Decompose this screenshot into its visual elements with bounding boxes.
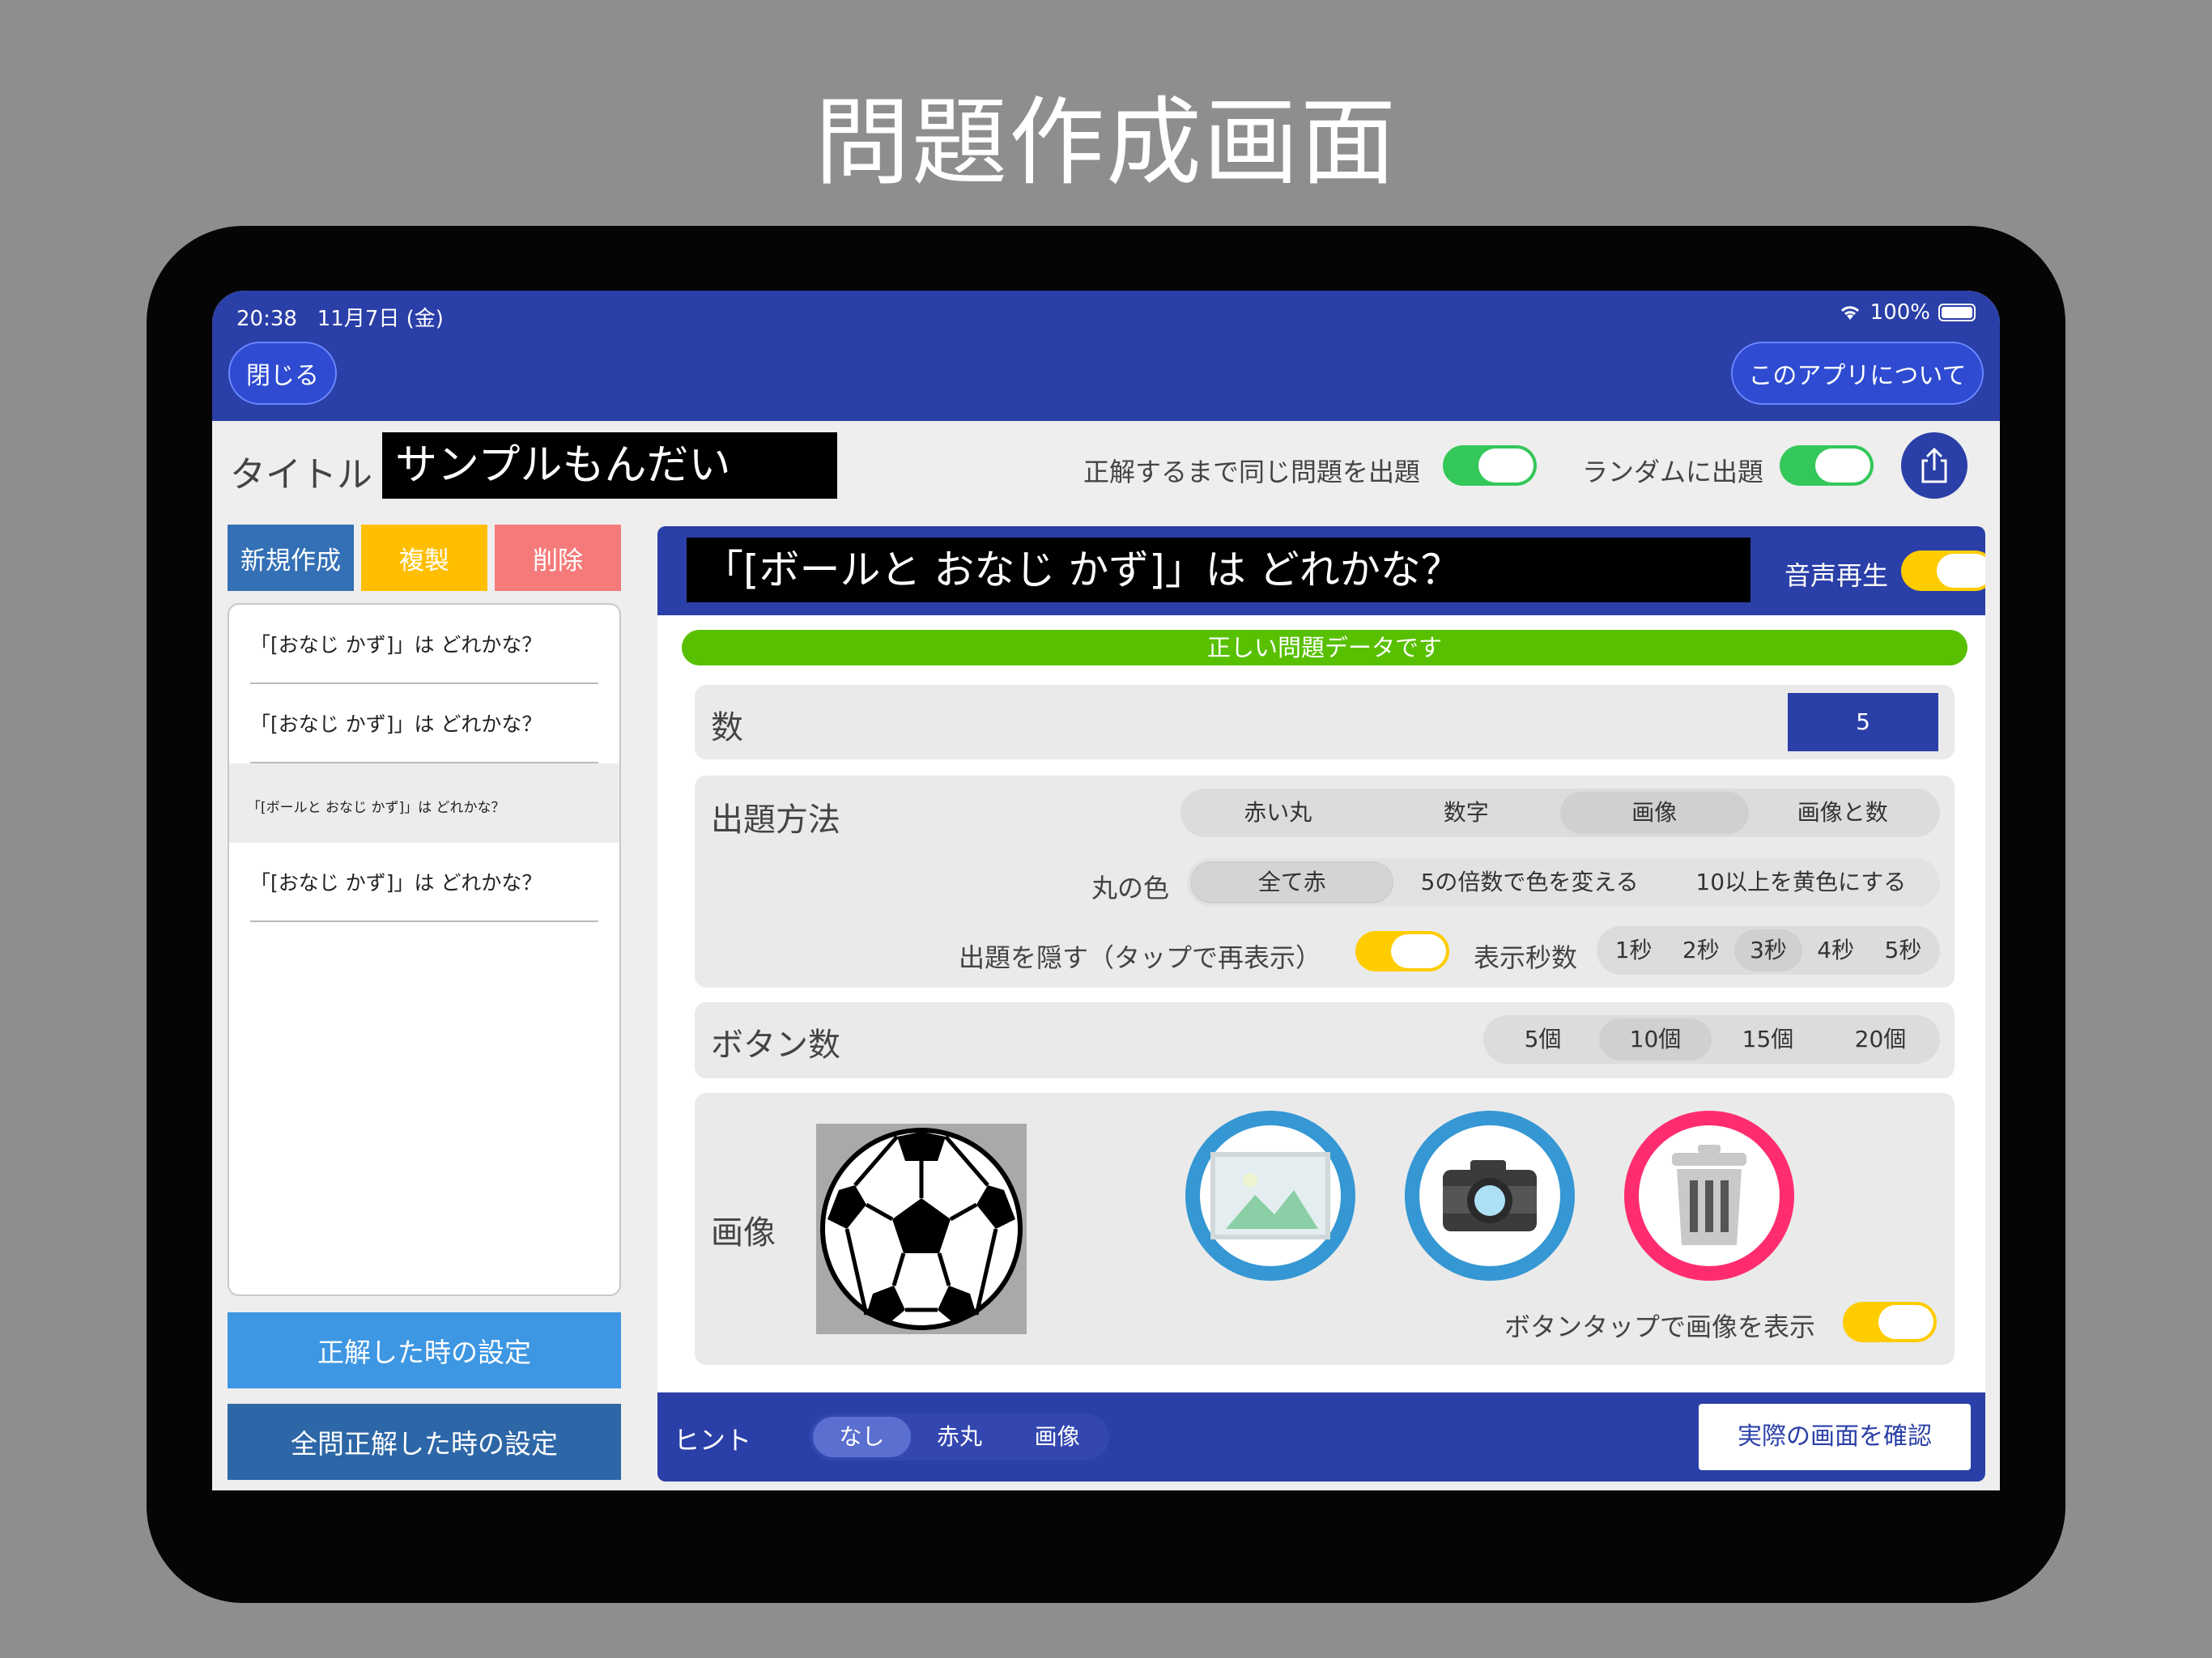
soccer-ball-image — [820, 1128, 1023, 1330]
list-item-text: 「[おなじ かず]」は どれかな？ — [250, 712, 542, 736]
buttons-option-20[interactable]: 20個 — [1824, 1018, 1937, 1061]
top-bar: 20:38 11月7日 (金) 100% 閉じる このアプリについて — [212, 291, 2000, 421]
gallery-icon — [1210, 1152, 1330, 1239]
new-question-button[interactable]: 新規作成 — [228, 525, 354, 591]
voice-playback-toggle[interactable] — [1901, 551, 1985, 591]
button-count-section: ボタン数 5個 10個 15個 20個 — [695, 1002, 1955, 1078]
title-label: タイトル — [230, 454, 372, 495]
buttons-option-5[interactable]: 5個 — [1487, 1018, 1599, 1061]
image-section: 画像 ボタンタップで画像を表示 — [695, 1093, 1955, 1365]
title-input[interactable]: サンプルもんだい — [382, 432, 837, 499]
hint-option-red-circle[interactable]: 赤丸 — [911, 1417, 1009, 1457]
mode-option-image[interactable]: 画像 — [1560, 792, 1749, 834]
hint-option-none[interactable]: なし — [813, 1417, 911, 1457]
list-item[interactable]: 「[おなじ かず]」は どれかな？ — [229, 605, 619, 684]
correct-answer-settings-button[interactable]: 正解した時の設定 — [228, 1312, 621, 1388]
mode-option-red-circle[interactable]: 赤い丸 — [1184, 792, 1372, 834]
button-count-label: ボタン数 — [711, 1027, 840, 1064]
count-label: 数 — [711, 709, 743, 746]
buttons-option-10[interactable]: 10個 — [1599, 1018, 1712, 1061]
duplicate-button[interactable]: 複製 — [361, 525, 487, 591]
repeat-until-correct-toggle[interactable] — [1443, 445, 1537, 486]
hint-label: ヒント — [674, 1425, 752, 1456]
battery-icon — [1938, 304, 1976, 321]
hint-option-image[interactable]: 画像 — [1008, 1417, 1106, 1457]
hint-bar: ヒント なし 赤丸 画像 実際の画面を確認 — [657, 1392, 1985, 1482]
list-item-text: 「[ボールと おなじ かず]」は どれかな？ — [247, 800, 505, 816]
list-item-text: 「[おなじ かず]」は どれかな？ — [250, 871, 542, 895]
color-option-all-red[interactable]: 全て赤 — [1190, 861, 1394, 903]
app-screen: 20:38 11月7日 (金) 100% 閉じる このアプリについて タイトル … — [212, 291, 2000, 1490]
question-editor-pane: 「[ボールと おなじ かず]」は どれかな？ 音声再生 正しい問題データです 数… — [649, 510, 2000, 1490]
share-icon — [1921, 447, 1947, 483]
display-seconds-segmented: 1秒 2秒 3秒 4秒 5秒 — [1597, 926, 1940, 975]
seconds-option-4[interactable]: 4秒 — [1802, 929, 1870, 971]
count-value-field[interactable]: 5 — [1788, 693, 1938, 751]
display-seconds-label: 表示秒数 — [1474, 942, 1578, 973]
wifi-icon — [1840, 306, 1859, 320]
close-button[interactable]: 閉じる — [228, 342, 337, 405]
question-editor-card: 「[ボールと おなじ かず]」は どれかな？ 音声再生 正しい問題データです 数… — [657, 526, 1985, 1482]
list-item-text: 「[おなじ かず]」は どれかな？ — [250, 633, 542, 657]
question-list: 「[おなじ かず]」は どれかな？ 「[おなじ かず]」は どれかな？ 「[ボー… — [228, 603, 621, 1296]
title-bar: タイトル サンプルもんだい 正解するまで同じ問題を出題 ランダムに出題 — [212, 421, 2000, 510]
status-time: 20:38 11月7日 (金) — [236, 302, 444, 332]
photo-library-button[interactable] — [1185, 1111, 1355, 1281]
voice-playback-label: 音声再生 — [1784, 560, 1889, 591]
show-image-on-tap-toggle[interactable] — [1843, 1302, 1937, 1342]
question-list-pane: 新規作成 複製 削除 「[おなじ かず]」は どれかな？ 「[おなじ かず]」は… — [212, 510, 649, 1490]
hide-question-toggle[interactable] — [1355, 931, 1449, 971]
seconds-option-5[interactable]: 5秒 — [1870, 929, 1937, 971]
circle-color-segmented: 全て赤 5の倍数で色を変える 10以上を黄色にする — [1187, 858, 1940, 907]
list-item[interactable]: 「[おなじ かず]」は どれかな？ — [229, 684, 619, 763]
page-headline: 問題作成画面 — [814, 87, 1397, 198]
camera-icon — [1443, 1160, 1537, 1231]
battery-percent: 100% — [1870, 300, 1930, 325]
buttons-option-15[interactable]: 15個 — [1712, 1018, 1824, 1061]
hint-segmented: なし 赤丸 画像 — [810, 1414, 1109, 1460]
delete-button[interactable]: 削除 — [495, 525, 621, 591]
list-item-selected[interactable]: 「[ボールと おなじ かず]」は どれかな？ — [229, 763, 619, 843]
share-button[interactable] — [1901, 432, 1967, 499]
count-section: 数 5 — [695, 685, 1955, 759]
seconds-option-1[interactable]: 1秒 — [1600, 929, 1667, 971]
question-text-input[interactable]: 「[ボールと おなじ かず]」は どれかな？ — [687, 538, 1750, 602]
hide-question-label: 出題を隠す（タップで再表示） — [959, 942, 1322, 973]
repeat-until-correct-label: 正解するまで同じ問題を出題 — [1083, 457, 1421, 487]
color-option-yellow-over-ten[interactable]: 10以上を黄色にする — [1665, 861, 1937, 903]
about-app-button[interactable]: このアプリについて — [1731, 342, 1984, 405]
delete-image-button[interactable] — [1624, 1111, 1794, 1281]
all-correct-settings-button[interactable]: 全問正解した時の設定 — [228, 1404, 621, 1480]
trash-icon — [1672, 1145, 1746, 1245]
question-header: 「[ボールと おなじ かず]」は どれかな？ 音声再生 — [657, 526, 1985, 615]
seconds-option-3[interactable]: 3秒 — [1734, 929, 1802, 971]
mode-option-image-and-number[interactable]: 画像と数 — [1749, 792, 1938, 834]
question-mode-segmented: 赤い丸 数字 画像 画像と数 — [1180, 789, 1940, 837]
question-mode-label: 出題方法 — [711, 801, 840, 839]
color-option-multiple-of-five[interactable]: 5の倍数で色を変える — [1393, 861, 1665, 903]
question-image-preview[interactable] — [816, 1124, 1027, 1334]
button-count-segmented: 5個 10個 15個 20個 — [1483, 1015, 1940, 1064]
show-image-on-tap-label: ボタンタップで画像を表示 — [1504, 1312, 1816, 1342]
validation-status-bar: 正しい問題データです — [682, 630, 1967, 665]
mode-option-number[interactable]: 数字 — [1372, 792, 1561, 834]
question-mode-section: 出題方法 赤い丸 数字 画像 画像と数 丸の色 全て赤 5の倍数で色を変える 1… — [695, 776, 1955, 988]
status-indicators: 100% — [1838, 300, 1976, 325]
camera-button[interactable] — [1405, 1111, 1575, 1281]
list-item[interactable]: 「[おなじ かず]」は どれかな？ — [229, 843, 619, 922]
circle-color-label: 丸の色 — [1091, 873, 1170, 903]
preview-screen-button[interactable]: 実際の画面を確認 — [1699, 1404, 1971, 1470]
random-order-label: ランダムに出題 — [1582, 457, 1764, 487]
random-order-toggle[interactable] — [1780, 445, 1874, 486]
status-clock: 20:38 — [236, 307, 297, 331]
image-label: 画像 — [711, 1214, 776, 1252]
status-date: 11月7日 (金) — [317, 307, 444, 331]
seconds-option-2[interactable]: 2秒 — [1667, 929, 1734, 971]
